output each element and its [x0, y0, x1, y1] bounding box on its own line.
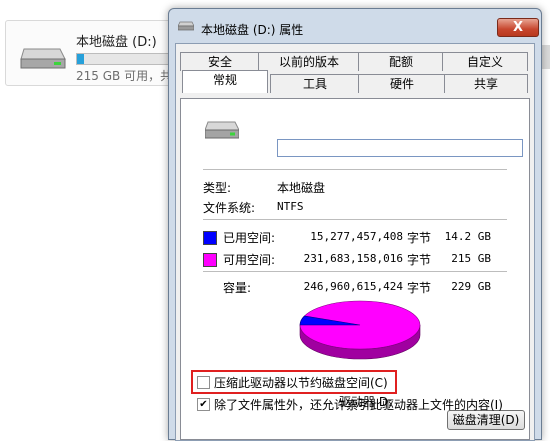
highlight-annotation — [191, 370, 397, 394]
index-checkbox[interactable]: ✔ — [197, 398, 210, 411]
used-space-size: 14.2 GB — [444, 230, 491, 243]
drive-name: 本地磁盘 (D:) — [76, 35, 157, 50]
type-value: 本地磁盘 — [277, 181, 326, 195]
used-space-swatch — [203, 231, 217, 245]
used-space-unit: 字节 — [407, 231, 432, 245]
drive-icon — [178, 21, 194, 31]
drive-label-input[interactable] — [277, 139, 523, 157]
free-space-swatch — [203, 253, 217, 267]
capacity-unit: 字节 — [407, 281, 432, 295]
tab-hardware[interactable]: 硬件 — [358, 74, 446, 93]
index-option[interactable]: ✔ 除了文件属性外，还允许索引此驱动器上文件的内容(I) — [197, 396, 503, 413]
tab-previous-versions[interactable]: 以前的版本 — [258, 52, 360, 71]
capacity-label: 容量: — [223, 281, 252, 295]
tab-tools[interactable]: 工具 — [270, 74, 360, 93]
free-space-size: 215 GB — [451, 252, 491, 265]
title-bar[interactable]: 本地磁盘 (D:) 属性 X — [169, 9, 541, 43]
tab-customize[interactable]: 自定义 — [442, 52, 528, 71]
type-label: 类型: — [203, 181, 232, 195]
tab-quota[interactable]: 配额 — [358, 52, 444, 71]
capacity-size: 229 GB — [451, 280, 491, 293]
dialog-title: 本地磁盘 (D:) 属性 — [201, 23, 304, 37]
capacity-bytes: 246,960,615,424 — [303, 280, 403, 293]
free-space-unit: 字节 — [407, 253, 432, 267]
used-space-bytes: 15,277,457,408 — [310, 230, 403, 243]
divider — [203, 219, 507, 220]
free-space-label: 可用空间: — [223, 253, 276, 267]
close-button[interactable]: X — [497, 18, 539, 37]
tab-sharing[interactable]: 共享 — [444, 74, 528, 93]
free-space-bytes: 231,683,158,016 — [303, 252, 403, 265]
drive-free-text: 215 GB 可用，共 — [76, 69, 173, 83]
divider — [203, 271, 507, 272]
index-checkbox-label: 除了文件属性外，还允许索引此驱动器上文件的内容(I) — [214, 398, 503, 412]
tab-general[interactable]: 常规 — [182, 70, 268, 93]
used-space-label: 已用空间: — [223, 231, 276, 245]
disk-cleanup-button[interactable]: 磁盘清理(D) — [447, 410, 525, 430]
hard-drive-icon — [205, 121, 239, 139]
filesystem-value: NTFS — [277, 200, 304, 213]
disk-usage-pie — [299, 300, 421, 360]
drive-tile-d[interactable]: 本地磁盘 (D:) 215 GB 可用，共 — [5, 20, 188, 86]
divider — [203, 169, 507, 170]
drive-usage-fill — [77, 54, 84, 64]
tab-security[interactable]: 安全 — [180, 52, 260, 71]
filesystem-label: 文件系统: — [203, 201, 256, 215]
hard-drive-icon — [20, 48, 66, 69]
